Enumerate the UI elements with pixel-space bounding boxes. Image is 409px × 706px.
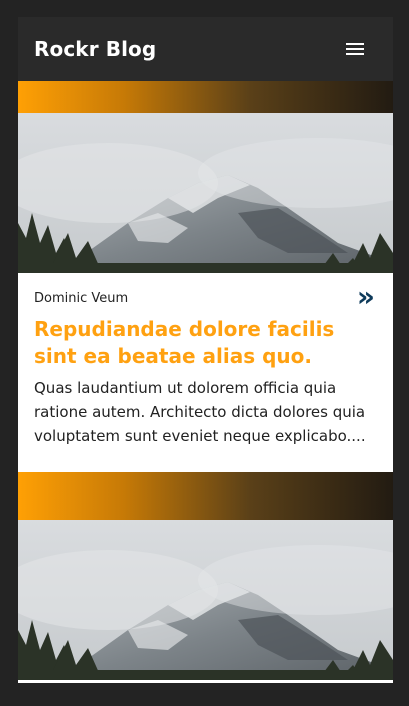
post-image [18, 113, 393, 273]
post-card[interactable]: Dominic Veum » Repudiandae dolore facili… [18, 81, 393, 472]
app-frame: Rockr Blog Dominic Veum » Repudiandae do… [18, 17, 393, 706]
top-bar: Rockr Blog [18, 17, 393, 81]
post-image [18, 520, 393, 683]
card-accent-bar [18, 81, 393, 113]
post-author: Dominic Veum [34, 291, 129, 306]
post-body: Dominic Veum » Repudiandae dolore facili… [18, 273, 393, 472]
hamburger-menu-icon[interactable] [343, 37, 367, 61]
card-accent-bar [18, 472, 393, 520]
post-title[interactable]: Repudiandae dolore facilis sint ea beata… [34, 316, 377, 370]
double-chevron-right-icon[interactable]: » [357, 283, 375, 311]
post-excerpt: Quas laudantium ut dolorem officia quia … [34, 379, 366, 445]
post-card[interactable] [18, 472, 393, 683]
brand-title[interactable]: Rockr Blog [34, 37, 156, 61]
